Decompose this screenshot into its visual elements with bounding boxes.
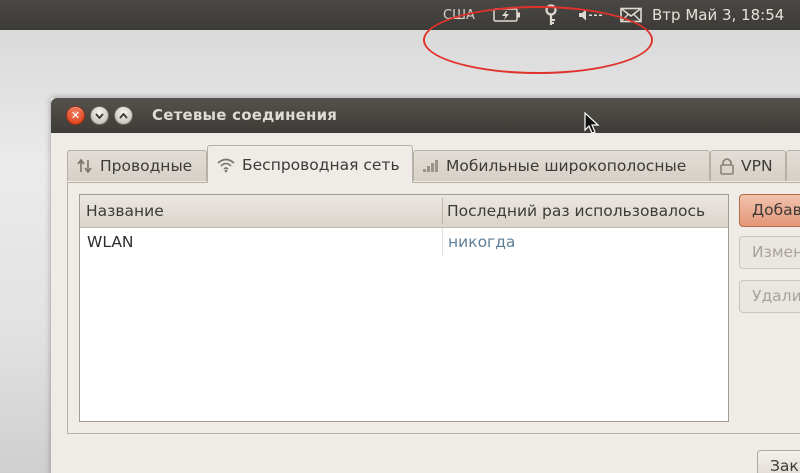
tab-vpn[interactable]: VPN xyxy=(710,150,786,181)
table-row[interactable]: WLAN никогда xyxy=(80,228,728,256)
mobile-signal-icon xyxy=(422,159,440,173)
delete-button[interactable]: Удалить xyxy=(739,280,800,313)
clock[interactable]: Втр Май 3, 18:54 xyxy=(652,0,784,30)
row-last-used: никогда xyxy=(448,233,516,251)
tab-label: VPN xyxy=(741,157,773,175)
top-panel: США Втр Май 3, 18:54 xyxy=(0,0,800,30)
titlebar[interactable]: ✕ Сетевые соединения xyxy=(51,98,800,133)
wired-icon xyxy=(76,158,94,174)
keyboard-layout-indicator[interactable]: США xyxy=(443,0,475,30)
lock-icon xyxy=(719,157,735,175)
cell-divider xyxy=(442,228,443,256)
maximize-icon xyxy=(119,112,128,119)
tab-label: Мобильные широкополосные xyxy=(446,157,687,175)
column-header-name[interactable]: Название xyxy=(86,195,164,227)
battery-icon[interactable] xyxy=(493,0,521,30)
maximize-window-button[interactable] xyxy=(114,106,133,125)
mouse-cursor-icon xyxy=(584,112,600,134)
close-icon: ✕ xyxy=(70,109,81,122)
row-name: WLAN xyxy=(87,233,134,251)
close-button[interactable]: Закрыть xyxy=(757,450,800,473)
keyring-icon[interactable] xyxy=(544,0,558,30)
add-button[interactable]: Добавить xyxy=(739,194,800,227)
minimize-window-button[interactable] xyxy=(90,106,109,125)
wireless-icon xyxy=(216,157,236,173)
connections-list[interactable]: Название Последний раз использовалось WL… xyxy=(79,194,729,422)
edit-button[interactable]: Изменить xyxy=(739,236,800,269)
window-title: Сетевые соединения xyxy=(152,106,338,124)
tab-wired[interactable]: Проводные xyxy=(67,150,207,181)
column-header-last-used[interactable]: Последний раз использовалось xyxy=(447,195,705,227)
list-header: Название Последний раз использовалось xyxy=(80,195,728,228)
tab-mobile-broadband[interactable]: Мобильные широкополосные xyxy=(413,150,710,181)
minimize-icon xyxy=(95,112,104,119)
tab-label: Проводные xyxy=(100,157,193,175)
tab-next-partial[interactable] xyxy=(786,150,800,181)
close-window-button[interactable]: ✕ xyxy=(66,106,85,125)
tab-label: Беспроводная сеть xyxy=(242,155,400,174)
tab-wireless[interactable]: Беспроводная сеть xyxy=(207,145,413,183)
column-divider[interactable] xyxy=(442,198,443,224)
mail-icon[interactable] xyxy=(620,0,642,30)
volume-icon[interactable] xyxy=(578,0,608,30)
